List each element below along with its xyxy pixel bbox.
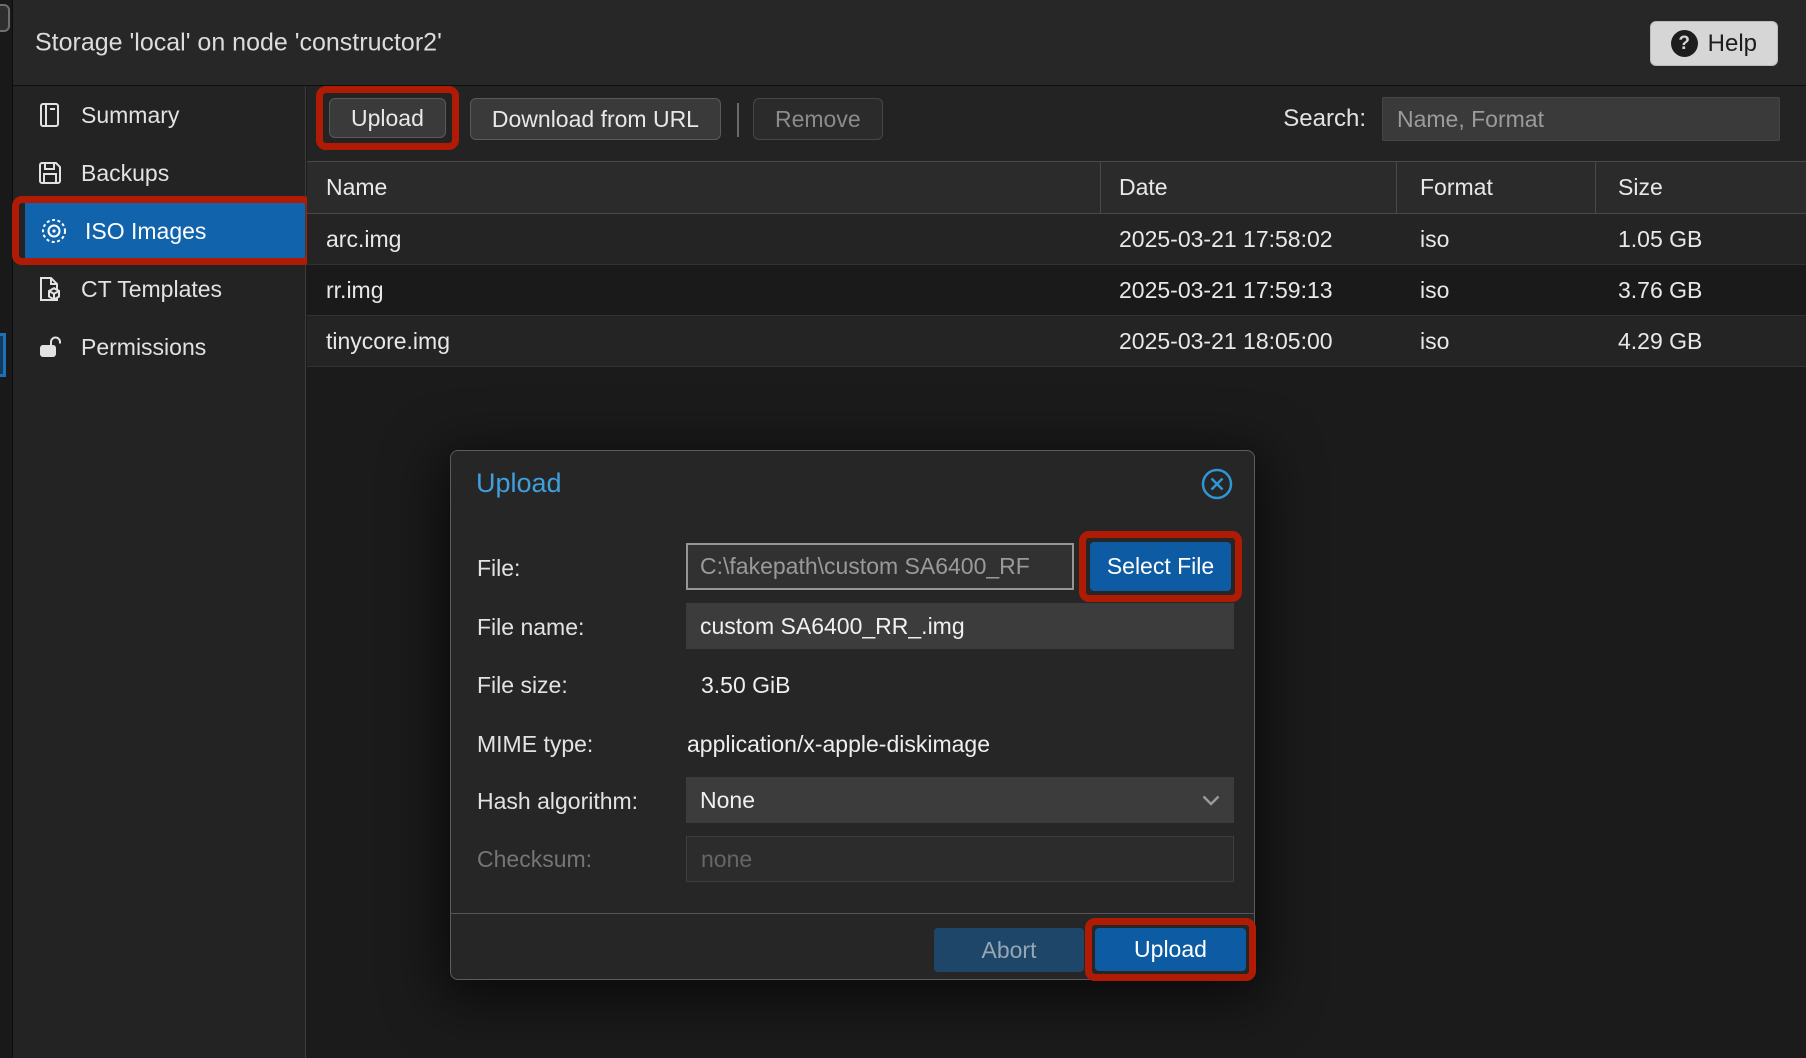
sidebar-item-label: Backups [81, 160, 169, 187]
search-input[interactable] [1382, 97, 1780, 141]
book-icon [36, 101, 64, 129]
sidebar-item-label: Summary [81, 102, 179, 129]
upload-button[interactable]: Upload [329, 98, 446, 138]
table-body: arc.img 2025-03-21 17:58:02 iso 1.05 GB … [307, 214, 1806, 367]
download-from-url-button[interactable]: Download from URL [470, 98, 721, 140]
dialog-title: Upload [476, 468, 562, 499]
page-title: Storage 'local' on node 'constructor2' [35, 28, 442, 57]
dialog-footer-divider [451, 913, 1254, 914]
mime-type-value: application/x-apple-diskimage [687, 731, 990, 758]
upload-dialog: Upload File: Select File File name: File… [450, 450, 1255, 980]
cell-size: 1.05 GB [1596, 226, 1806, 253]
cell-format: iso [1397, 277, 1596, 304]
chevron-down-icon [1202, 795, 1220, 806]
sidebar-item-ct-templates[interactable]: CT Templates [13, 260, 305, 318]
file-name-input[interactable] [686, 603, 1234, 649]
file-path-input[interactable] [686, 543, 1074, 590]
cd-disc-icon [40, 217, 68, 245]
sidebar-item-label: ISO Images [85, 218, 206, 245]
annotation-select-file-button: Select File [1079, 531, 1242, 602]
column-header-name[interactable]: Name [307, 162, 1101, 213]
sidebar-item-label: Permissions [81, 334, 206, 361]
annotation-upload-toolbar-button: Upload [316, 86, 459, 150]
abort-button[interactable]: Abort [934, 928, 1084, 972]
cell-date: 2025-03-21 18:05:00 [1101, 328, 1397, 355]
file-size-value: 3.50 GiB [701, 672, 791, 699]
checksum-input[interactable] [686, 836, 1234, 882]
hash-algorithm-value: None [700, 787, 755, 814]
cell-name: tinycore.img [307, 328, 1101, 355]
search-area: Search: [1283, 97, 1780, 141]
unlock-icon [36, 333, 64, 361]
sidebar-item-summary[interactable]: Summary [13, 86, 305, 144]
column-header-format[interactable]: Format [1397, 162, 1596, 213]
question-mark-icon: ? [1671, 30, 1698, 57]
column-header-date[interactable]: Date [1101, 162, 1397, 213]
remove-button[interactable]: Remove [753, 98, 883, 140]
toolbar: Upload Download from URL Remove Search: [307, 86, 1806, 161]
clipped-tree-selection-fragment [0, 333, 6, 377]
dialog-upload-button[interactable]: Upload [1095, 928, 1246, 971]
sidebar-item-iso-images[interactable]: ISO Images [25, 202, 305, 260]
file-size-label: File size: [477, 672, 568, 699]
storage-panel: Storage 'local' on node 'constructor2' ?… [0, 0, 1806, 1058]
outer-ui-edge-strip [0, 0, 13, 1058]
checksum-label: Checksum: [477, 846, 592, 873]
close-icon[interactable] [1199, 466, 1235, 502]
toolbar-separator [737, 103, 739, 137]
select-file-button[interactable]: Select File [1090, 542, 1231, 591]
hash-algorithm-select[interactable]: None [686, 777, 1234, 823]
file-label: File: [477, 555, 520, 582]
table-row[interactable]: arc.img 2025-03-21 17:58:02 iso 1.05 GB [307, 214, 1806, 265]
file-cube-icon [36, 275, 64, 303]
cell-format: iso [1397, 328, 1596, 355]
cell-name: rr.img [307, 277, 1101, 304]
sidebar-item-permissions[interactable]: Permissions [13, 318, 305, 376]
table-header-row: Name Date Format Size [307, 161, 1806, 214]
cell-size: 3.76 GB [1596, 277, 1806, 304]
floppy-disk-icon [36, 159, 64, 187]
sidebar-item-backups[interactable]: Backups [13, 144, 305, 202]
cell-date: 2025-03-21 17:58:02 [1101, 226, 1397, 253]
help-button-label: Help [1708, 30, 1757, 58]
iso-images-table: Name Date Format Size arc.img 2025-03-21… [307, 161, 1806, 367]
sidebar-item-label: CT Templates [81, 276, 222, 303]
sidebar: Summary Backups ISO Images [13, 86, 306, 1058]
column-header-size[interactable]: Size [1596, 162, 1806, 213]
cell-date: 2025-03-21 17:59:13 [1101, 277, 1397, 304]
annotation-dialog-upload-button: Upload [1085, 918, 1256, 981]
cell-format: iso [1397, 226, 1596, 253]
help-button[interactable]: ? Help [1650, 21, 1778, 66]
clipped-button-fragment [0, 4, 10, 32]
search-label: Search: [1283, 105, 1366, 133]
cell-name: arc.img [307, 226, 1101, 253]
table-row[interactable]: tinycore.img 2025-03-21 18:05:00 iso 4.2… [307, 316, 1806, 367]
panel-header: Storage 'local' on node 'constructor2' ?… [13, 0, 1806, 86]
file-name-label: File name: [477, 614, 584, 641]
hash-algorithm-label: Hash algorithm: [477, 788, 638, 815]
mime-type-label: MIME type: [477, 731, 593, 758]
table-row[interactable]: rr.img 2025-03-21 17:59:13 iso 3.76 GB [307, 265, 1806, 316]
cell-size: 4.29 GB [1596, 328, 1806, 355]
